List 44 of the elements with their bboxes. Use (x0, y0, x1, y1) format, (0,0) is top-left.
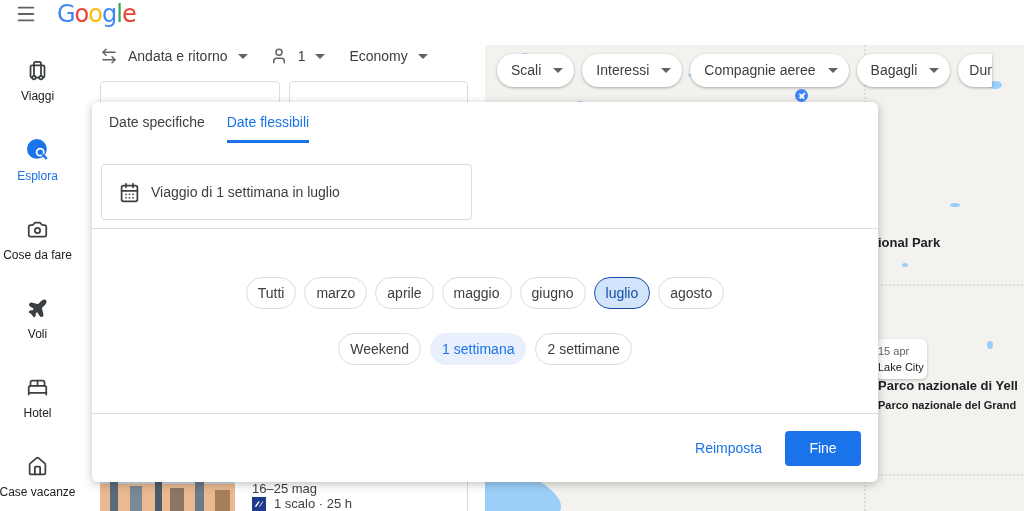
calendar-icon (119, 181, 140, 203)
duration-chip[interactable]: 1 settimana (430, 333, 527, 365)
swap-arrows-icon (100, 47, 118, 65)
sidebar-item[interactable]: Voli (0, 298, 75, 341)
reset-button[interactable]: Reimposta (695, 437, 762, 459)
trip-dates: 16–25 mag (252, 481, 319, 496)
caret-icon (237, 53, 248, 59)
stops-duration: 1 scalo · 25 h (274, 496, 353, 511)
caret-icon (929, 68, 940, 73)
done-button[interactable]: Fine (785, 430, 861, 466)
month-chip[interactable]: luglio (593, 277, 651, 309)
house-icon (27, 456, 48, 477)
caret-icon (553, 68, 564, 73)
sidebar-item[interactable]: Esplora (0, 139, 75, 183)
filter-chip[interactable]: Compagnie aeree (690, 54, 849, 87)
caret-icon (315, 53, 326, 59)
airplane-icon (27, 298, 48, 319)
caret-icon (417, 53, 428, 59)
cabin-class-dropdown[interactable]: Economy (349, 45, 428, 67)
date-mode-tab[interactable]: Date flessibili (226, 102, 310, 143)
filter-chip[interactable]: Scali (497, 54, 575, 87)
sidebar-item[interactable]: Viaggi (0, 60, 75, 103)
camera-icon (27, 219, 48, 240)
sidebar-item[interactable]: Cose da fare (0, 219, 75, 262)
sidebar-item[interactable]: Case vacanze (0, 456, 75, 499)
passengers-dropdown[interactable]: 1 (269, 45, 326, 67)
caret-icon (661, 68, 672, 73)
map-place-label: Parco nazionale del Grand (878, 398, 1017, 413)
trip-type-dropdown[interactable]: Andata e ritorno (100, 45, 248, 67)
date-mode-tab[interactable]: Date specifiche (109, 102, 205, 143)
map-place-label: ional Park (878, 234, 941, 252)
trip-summary-field[interactable]: Viaggio di 1 settimana in luglio (101, 164, 472, 220)
bed-icon (27, 377, 48, 398)
caret-icon (827, 68, 838, 73)
luggage-icon (27, 60, 48, 81)
sidebar-item[interactable]: Hotel (0, 377, 75, 420)
globe-search-icon (26, 139, 49, 161)
filter-chip[interactable]: Interessi (582, 54, 683, 87)
filter-chip[interactable]: Bagagli (856, 54, 951, 87)
card-date: 15 apr (878, 344, 911, 359)
card-place: Lake City (878, 360, 924, 375)
map-price-card[interactable]: 15 apr Lake City (875, 339, 927, 379)
map-place-label: Parco nazionale di Yell (878, 377, 1018, 395)
google-logo[interactable]: Google (57, 2, 136, 26)
